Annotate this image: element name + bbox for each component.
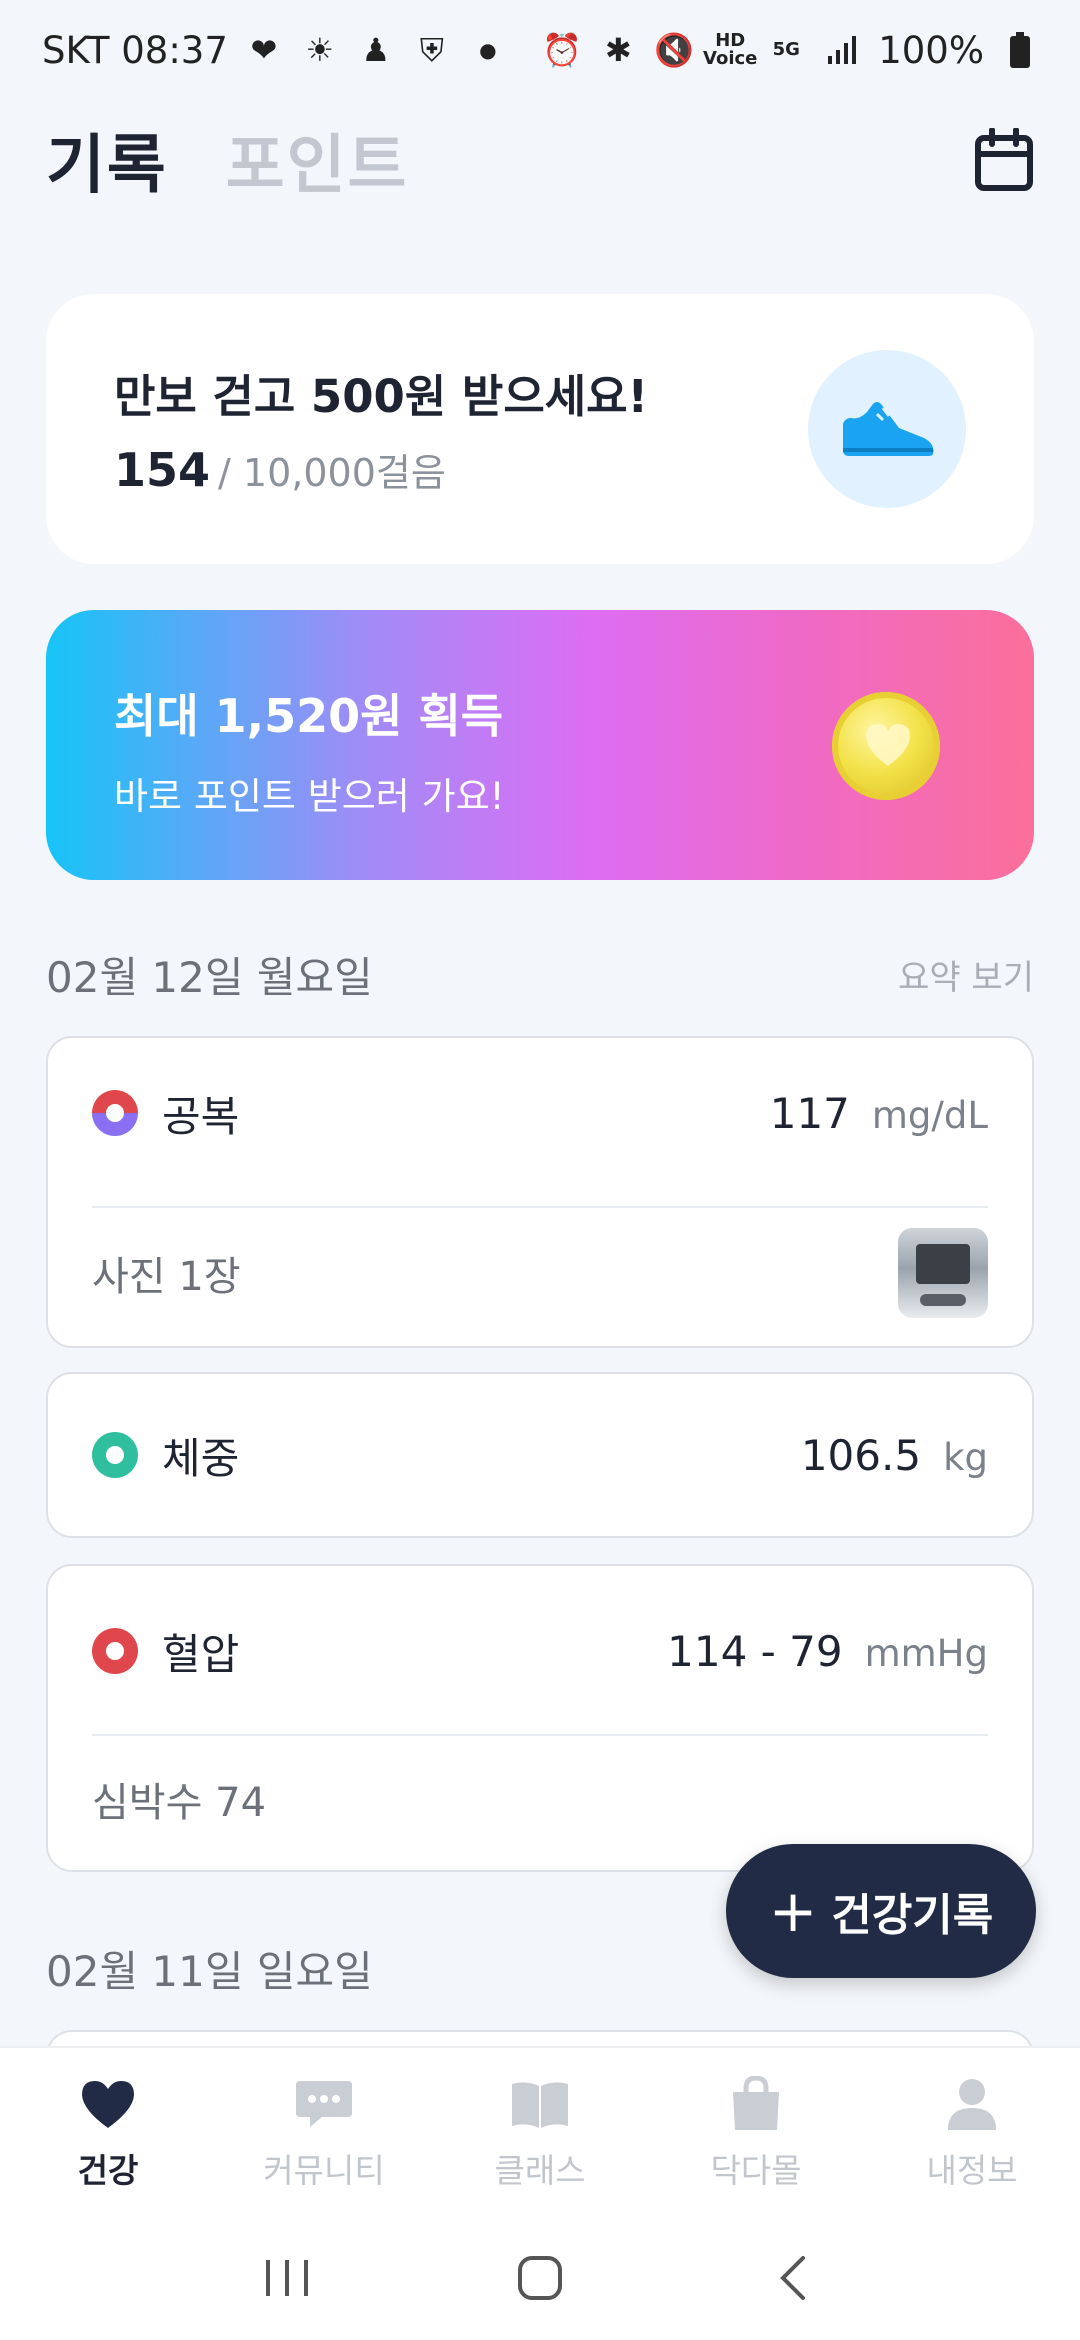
nav-label: 닥다몰 xyxy=(710,2151,802,2190)
bottom-nav: 건강 커뮤니티 클래스 닥다몰 내정보 xyxy=(0,2046,1080,2216)
book-icon xyxy=(510,2076,570,2132)
steps-total: / 10,000걸음 xyxy=(218,451,446,495)
glucose-label: 공복 xyxy=(162,1091,240,1141)
header: 기록 포인트 xyxy=(0,110,1080,210)
notification-dot-icon: ● xyxy=(479,38,497,62)
summary-link[interactable]: 요약 보기 xyxy=(898,950,1034,999)
sun-icon: ☀ xyxy=(305,31,335,69)
nav-item-class[interactable]: 클래스 xyxy=(432,2048,648,2216)
home-icon[interactable] xyxy=(500,2243,580,2313)
bluetooth-icon: ✱ xyxy=(604,31,632,69)
person-status-icon: ♟ xyxy=(361,31,391,69)
mute-icon: 🔇 xyxy=(654,31,695,69)
nav-label: 클래스 xyxy=(494,2151,586,2190)
add-health-record-button[interactable]: + 건강기록 xyxy=(726,1844,1036,1978)
network-5g-icon: 5G xyxy=(772,39,800,60)
steps-title: 만보 걷고 500원 받으세요! xyxy=(114,370,649,423)
tab-point[interactable]: 포인트 xyxy=(226,114,409,206)
shoe-icon xyxy=(843,402,934,456)
blood-pressure-value: 114 - 79 xyxy=(667,1626,843,1676)
hd-voice-icon: HD Voice xyxy=(703,30,758,69)
photo-count: 사진 1장 xyxy=(92,1254,241,1300)
glucose-unit: mg/dL xyxy=(871,1093,988,1137)
alarm-icon: ⏰ xyxy=(542,31,583,69)
heart-rate-text: 심박수 74 xyxy=(92,1780,267,1826)
nav-item-my-info[interactable]: 내정보 xyxy=(864,2048,1080,2216)
shoe-icon-circle xyxy=(808,350,966,508)
system-nav-bar xyxy=(0,2216,1080,2340)
glucose-record-card[interactable]: 공복 117 mg/dL 사진 1장 xyxy=(46,1036,1034,1348)
steps-current: 154 xyxy=(114,443,211,497)
coin-icon xyxy=(832,692,940,800)
tab-record[interactable]: 기록 xyxy=(46,114,168,206)
recent-apps-icon[interactable] xyxy=(247,2243,327,2313)
person-icon xyxy=(942,2076,1002,2132)
heart-status-icon: ❤ xyxy=(250,31,278,69)
nav-label: 커뮤니티 xyxy=(263,2151,385,2190)
chat-bubble-icon xyxy=(294,2076,354,2132)
weight-dot-icon xyxy=(92,1432,138,1478)
point-banner-title: 최대 1,520원 획득 xyxy=(114,689,504,743)
back-icon[interactable] xyxy=(753,2243,833,2313)
blood-pressure-unit: mmHg xyxy=(864,1631,988,1675)
glucose-value: 117 xyxy=(769,1088,850,1138)
date-label: 02월 11일 일요일 xyxy=(46,1947,373,1996)
calendar-icon[interactable] xyxy=(974,127,1034,192)
divider xyxy=(92,1734,988,1736)
steps-challenge-card[interactable]: 만보 걷고 500원 받으세요! 154/ 10,000걸음 xyxy=(46,294,1034,564)
signal-icon xyxy=(822,30,862,70)
blood-pressure-record-card[interactable]: 혈압 114 - 79 mmHg 심박수 74 xyxy=(46,1564,1034,1872)
weight-unit: kg xyxy=(943,1435,988,1479)
add-health-record-label: 건강기록 xyxy=(831,1890,994,1941)
battery-icon xyxy=(1000,30,1040,70)
blood-pressure-dot-icon xyxy=(92,1628,138,1674)
battery-percent: 100% xyxy=(878,28,984,72)
nav-item-community[interactable]: 커뮤니티 xyxy=(216,2048,432,2216)
blood-pressure-label: 혈압 xyxy=(162,1629,240,1679)
status-bar: SKT 08:37 ❤ ☀ ♟ ⛨ ● ⏰ ✱ 🔇 HD Voice 5G 10… xyxy=(0,0,1080,100)
carrier-time: SKT 08:37 xyxy=(42,28,228,72)
nav-label: 건강 xyxy=(77,2151,139,2190)
plus-icon: + xyxy=(768,1877,818,1945)
weight-value: 106.5 xyxy=(800,1430,922,1480)
weight-label: 체중 xyxy=(162,1433,240,1483)
weight-record-card[interactable]: 체중 106.5 kg xyxy=(46,1372,1034,1538)
point-banner[interactable]: 최대 1,520원 획득 바로 포인트 받으러 가요! xyxy=(46,610,1034,880)
divider xyxy=(92,1206,988,1208)
date-label: 02월 12일 월요일 xyxy=(46,953,373,1002)
shopping-bag-icon xyxy=(726,2076,786,2132)
shield-icon: ⛨ xyxy=(419,30,444,69)
heart-icon xyxy=(78,2076,138,2132)
nav-item-health[interactable]: 건강 xyxy=(0,2048,216,2216)
nav-item-mall[interactable]: 닥다몰 xyxy=(648,2048,864,2216)
nav-label: 내정보 xyxy=(926,2151,1018,2190)
glucose-dot-icon xyxy=(92,1090,138,1136)
date-row-1: 02월 12일 월요일 요약 보기 xyxy=(46,944,1034,1005)
point-banner-subtitle: 바로 포인트 받으러 가요! xyxy=(114,775,505,818)
photo-thumbnail[interactable] xyxy=(898,1228,988,1318)
steps-progress: 154/ 10,000걸음 xyxy=(114,442,446,497)
